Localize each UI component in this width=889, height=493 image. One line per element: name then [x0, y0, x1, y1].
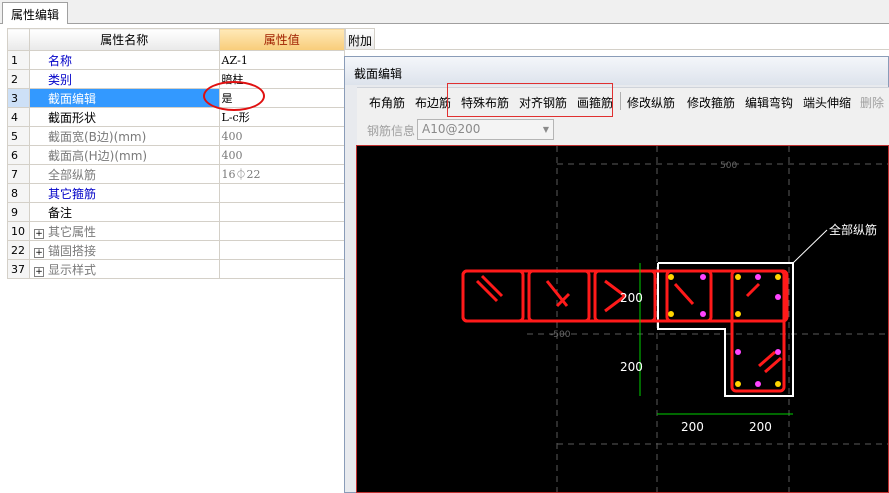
table-row[interactable]: 8 其它箍筋	[7, 183, 346, 203]
axis-label-500: 500	[720, 161, 737, 171]
rebar-info-bar: 钢筋信息 A10@200 ▼	[357, 115, 889, 145]
table-row[interactable]: 4 截面形状 L-c形	[7, 107, 346, 127]
section-canvas[interactable]: 500 -500 200 200 200 200 全部纵筋	[356, 145, 889, 493]
leader-line	[792, 229, 828, 264]
divider	[375, 49, 889, 50]
table-row[interactable]: 1 名称 AZ-1	[7, 50, 346, 70]
edit-hook-button[interactable]: 编辑弯钩	[745, 94, 793, 111]
expand-icon[interactable]: +	[33, 228, 44, 239]
edge-rebar-button[interactable]: 布边筋	[415, 94, 451, 111]
table-row-selected[interactable]: 3 截面编辑 是	[7, 88, 346, 108]
table-row-group[interactable]: 22 + 锚固搭接	[7, 240, 346, 260]
modify-rebar-button[interactable]: 修改纵筋	[627, 94, 675, 111]
end-stretch-button[interactable]: 端头伸缩	[803, 94, 851, 111]
dialog-toolbar: 布角筋 布边筋 特殊布筋 对齐钢筋 画箍筋 修改纵筋 修改箍筋 编辑弯钩 端头伸…	[357, 87, 889, 115]
table-row-group[interactable]: 10 + 其它属性	[7, 221, 346, 241]
dim-label: 200	[620, 360, 643, 374]
dropdown-arrow-icon: ▼	[542, 125, 549, 134]
table-row[interactable]: 7 全部纵筋 16⏀22	[7, 164, 346, 184]
rebar-info-label: 钢筋信息	[367, 124, 416, 138]
extra-column-header: 附加	[345, 28, 375, 50]
corner-rebar-button[interactable]: 布角筋	[369, 94, 405, 111]
grid-header-value: 属性值	[218, 28, 346, 51]
axis-label-neg500: -500	[550, 330, 571, 340]
grid-header-name: 属性名称	[28, 28, 220, 51]
table-row[interactable]: 5 截面宽(B边)(mm) 400	[7, 126, 346, 146]
section-drawing: 500 -500 200 200 200 200 全部纵筋	[461, 146, 888, 492]
annotation-box	[447, 83, 613, 117]
tab-property-edit[interactable]: 属性编辑	[2, 2, 69, 24]
dim-label: 200	[749, 420, 772, 434]
dialog-title: 截面编辑	[345, 57, 888, 85]
expand-icon[interactable]: +	[33, 266, 44, 277]
delete-button[interactable]: 删除	[860, 94, 884, 111]
expand-icon[interactable]: +	[33, 247, 44, 258]
property-grid: 属性名称 属性值 1 名称 AZ-1 2 类别 暗柱 3 截面编辑 是 4 截面…	[7, 28, 346, 279]
tab-bar: 属性编辑	[0, 0, 889, 24]
table-row[interactable]: 6 截面高(H边)(mm) 400	[7, 145, 346, 165]
grid-header: 属性名称 属性值	[7, 28, 346, 51]
table-row-group[interactable]: 37 + 显示样式	[7, 259, 346, 279]
annotation-circle	[203, 81, 265, 111]
dim-label: 200	[620, 291, 643, 305]
table-row[interactable]: 9 备注	[7, 202, 346, 222]
dim-label: 200	[681, 420, 704, 434]
section-outline	[657, 262, 794, 397]
modify-stirrup-button[interactable]: 修改箍筋	[687, 94, 735, 111]
table-row[interactable]: 2 类别 暗柱	[7, 69, 346, 89]
rebar-info-combo[interactable]: A10@200 ▼	[417, 119, 554, 140]
all-rebar-label: 全部纵筋	[829, 222, 877, 237]
grid-header-num	[7, 28, 30, 51]
toolbar-separator	[620, 92, 621, 110]
